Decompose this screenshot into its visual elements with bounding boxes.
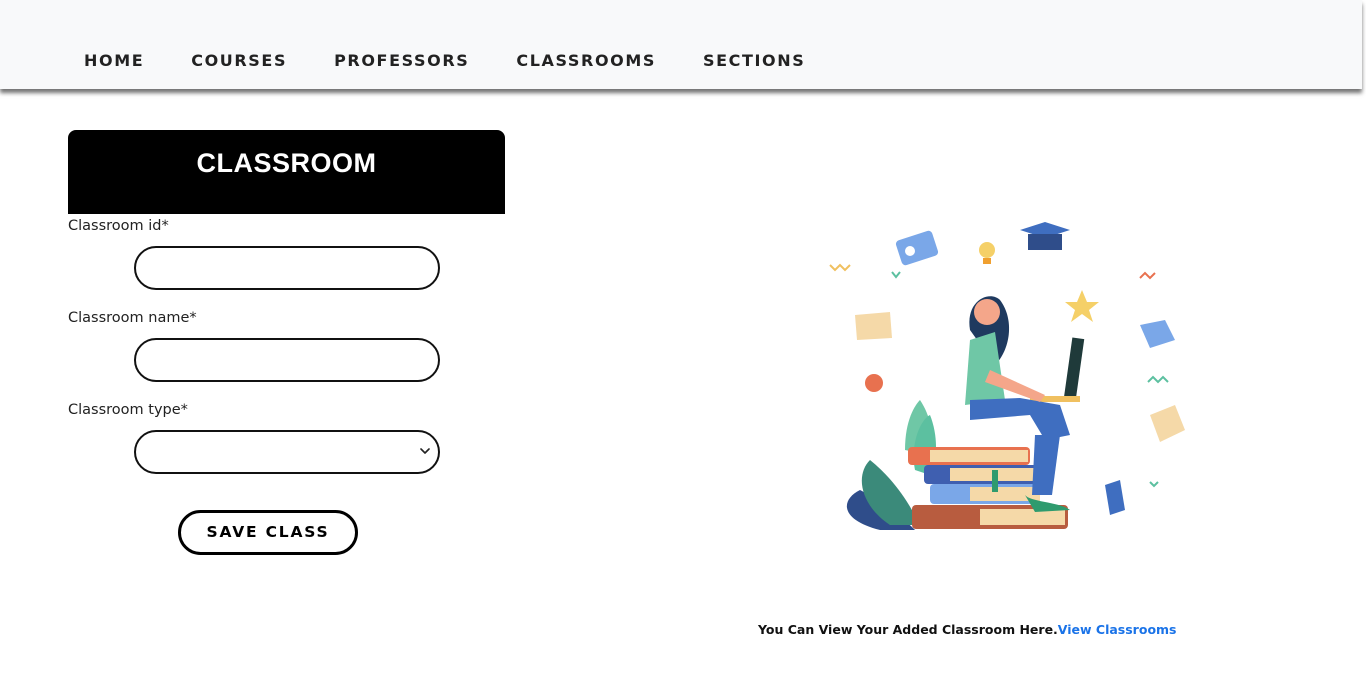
save-class-button[interactable]: SAVE CLASS <box>178 510 358 555</box>
student-studying-illustration <box>829 222 1185 530</box>
nav-item-sections[interactable]: SECTIONS <box>703 51 805 70</box>
nav-item-courses[interactable]: COURSES <box>191 51 287 70</box>
form-header: CLASSROOM <box>68 130 505 214</box>
nav-item-home[interactable]: HOME <box>84 51 144 70</box>
classroom-id-label: Classroom id* <box>68 218 169 234</box>
classroom-type-select[interactable] <box>134 430 440 474</box>
classroom-name-input[interactable] <box>134 338 440 382</box>
view-classrooms-note: You Can View Your Added Classroom Here.V… <box>758 622 1177 637</box>
nav-menu: HOME COURSES PROFESSORS CLASSROOMS SECTI… <box>84 51 805 70</box>
classroom-form: CLASSROOM <box>68 130 505 214</box>
classroom-name-label: Classroom name* <box>68 310 197 326</box>
classroom-type-label: Classroom type* <box>68 402 188 418</box>
nav-item-professors[interactable]: PROFESSORS <box>334 51 469 70</box>
view-classrooms-link[interactable]: View Classrooms <box>1058 622 1177 637</box>
footer-text: You Can View Your Added Classroom Here. <box>758 622 1058 637</box>
form-title: CLASSROOM <box>196 148 377 178</box>
top-navbar: HOME COURSES PROFESSORS CLASSROOMS SECTI… <box>0 0 1362 89</box>
chevron-down-icon <box>420 448 430 454</box>
classroom-id-input[interactable] <box>134 246 440 290</box>
nav-item-classrooms[interactable]: CLASSROOMS <box>516 51 656 70</box>
